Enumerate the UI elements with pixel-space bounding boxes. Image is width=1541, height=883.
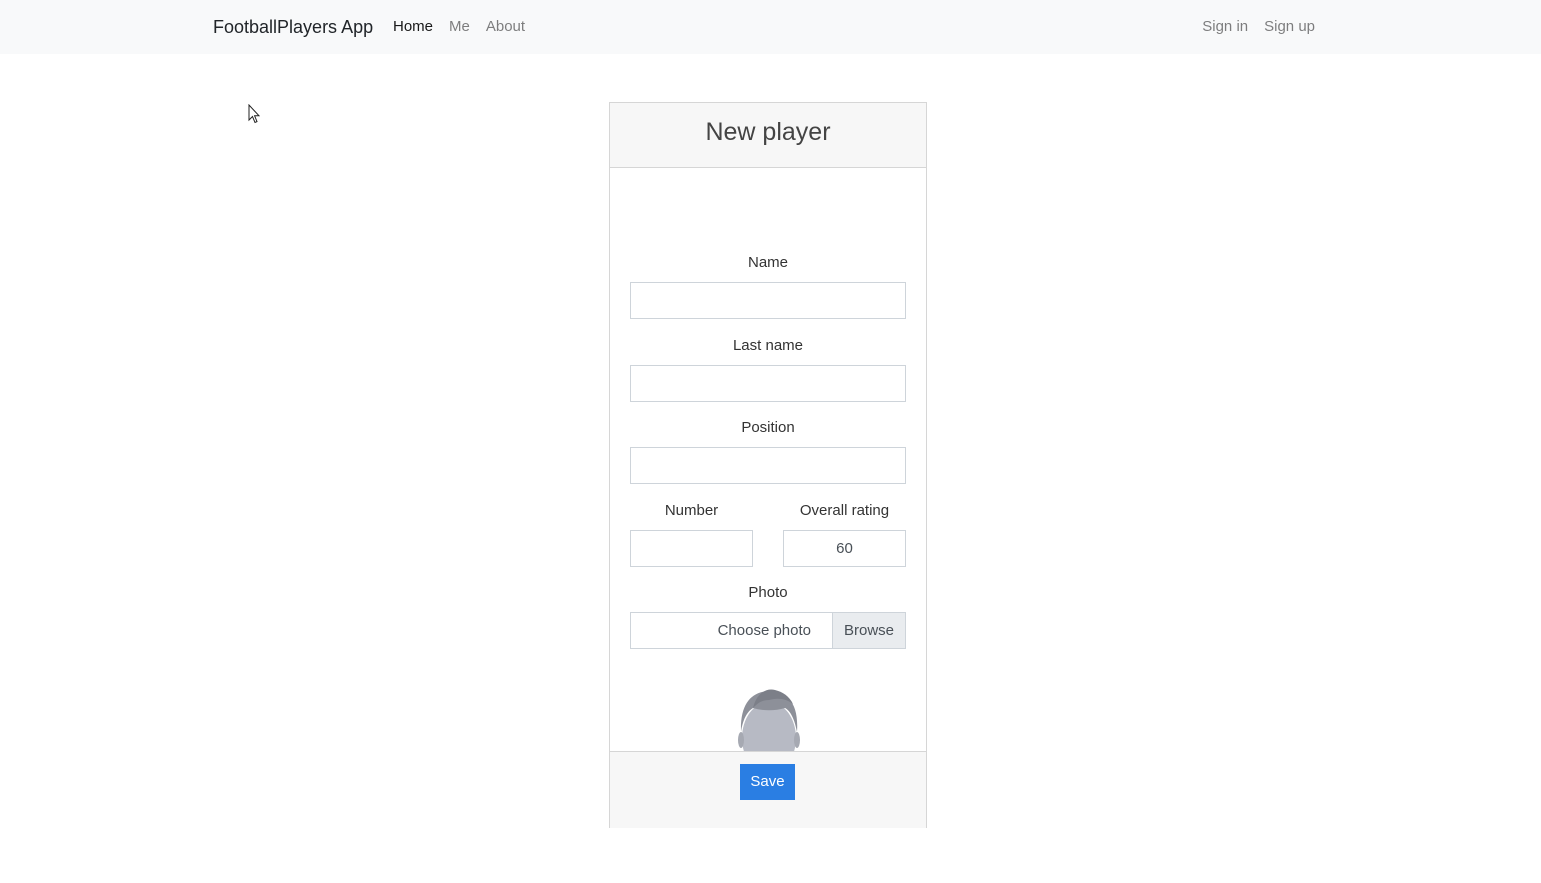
card-title: New player bbox=[610, 103, 926, 168]
nav-item-home[interactable]: Home bbox=[393, 16, 433, 38]
browse-button[interactable]: Browse bbox=[832, 613, 905, 648]
navbar-left-menu: Home Me About bbox=[393, 16, 525, 38]
number-input[interactable] bbox=[630, 530, 753, 567]
top-navbar: FootballPlayers App Home Me About Sign i… bbox=[0, 0, 1541, 54]
photo-label: Photo bbox=[748, 584, 788, 601]
last-name-label: Last name bbox=[732, 337, 804, 354]
last-name-input[interactable] bbox=[630, 365, 906, 402]
nav-item-me[interactable]: Me bbox=[449, 16, 470, 38]
nav-item-about[interactable]: About bbox=[486, 16, 525, 38]
overall-rating-label: Overall rating bbox=[799, 502, 890, 519]
navbar-right-menu: Sign in Sign up bbox=[1202, 16, 1315, 38]
position-input[interactable] bbox=[630, 447, 906, 484]
nav-item-sign-up[interactable]: Sign up bbox=[1264, 16, 1315, 38]
mouse-pointer-icon bbox=[248, 104, 260, 124]
nav-item-sign-in[interactable]: Sign in bbox=[1202, 16, 1248, 38]
photo-file-input[interactable]: Choose photo Browse bbox=[630, 612, 906, 649]
overall-rating-input[interactable] bbox=[783, 530, 906, 567]
card-footer: Save bbox=[610, 751, 926, 828]
save-button[interactable]: Save bbox=[740, 764, 795, 800]
new-player-card: New player Name Last name Position Numbe… bbox=[609, 102, 927, 828]
number-label: Number bbox=[664, 502, 719, 519]
photo-file-placeholder[interactable]: Choose photo bbox=[631, 613, 832, 648]
name-label: Name bbox=[747, 254, 788, 271]
new-player-form: Name Last name Position Number Overall r… bbox=[610, 168, 926, 796]
position-label: Position bbox=[741, 419, 795, 436]
name-input[interactable] bbox=[630, 282, 906, 319]
navbar-brand[interactable]: FootballPlayers App bbox=[213, 14, 373, 40]
